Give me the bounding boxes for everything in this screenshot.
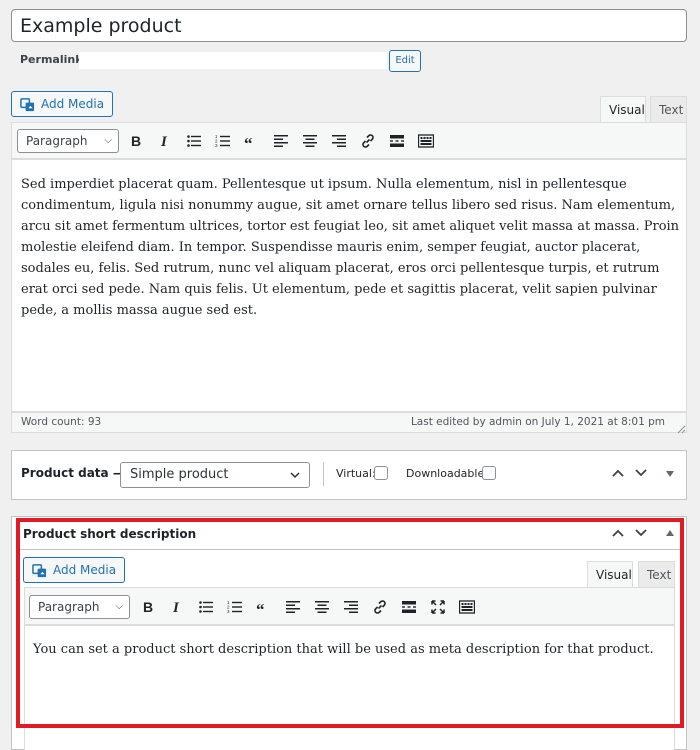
add-media-label: Add Media <box>41 97 105 111</box>
link-icon[interactable] <box>357 130 379 152</box>
svg-text:B: B <box>131 133 141 149</box>
product-type-value: Simple product <box>130 467 229 482</box>
align-center-icon[interactable] <box>299 130 321 152</box>
align-right-icon[interactable] <box>328 130 350 152</box>
svg-text:3: 3 <box>215 143 218 148</box>
product-title-input[interactable]: Example product <box>11 9 687 42</box>
toggle-panel-icon[interactable] <box>665 470 675 478</box>
numbered-list-icon[interactable]: 123 <box>212 130 234 152</box>
bulleted-list-icon[interactable] <box>183 130 205 152</box>
read-more-icon[interactable] <box>386 130 408 152</box>
align-left-icon[interactable] <box>270 130 292 152</box>
highlight-frame <box>16 518 684 728</box>
italic-icon[interactable]: I <box>154 130 176 152</box>
chevron-down-icon: ⌵ <box>104 135 112 146</box>
resize-handle-icon[interactable] <box>676 424 686 434</box>
main-editor-content: Sed imperdiet placerat quam. Pellentesqu… <box>21 177 680 318</box>
svg-text:“: “ <box>244 134 253 149</box>
permalink-label: Permalink: <box>20 53 87 66</box>
virtual-label: Virtual: <box>336 467 376 480</box>
last-edited: Last edited by admin on July 1, 2021 at … <box>410 416 665 428</box>
virtual-checkbox[interactable] <box>374 466 388 480</box>
divider <box>323 462 324 486</box>
editor-status-bar: Word count: 93 Last edited by admin on J… <box>11 412 687 433</box>
svg-text:I: I <box>160 134 168 149</box>
chevron-down-icon <box>289 463 301 496</box>
move-up-icon[interactable] <box>611 468 625 478</box>
move-down-icon[interactable] <box>634 468 648 478</box>
format-select[interactable]: Paragraph ⌵ <box>17 129 119 153</box>
media-icon <box>20 98 35 112</box>
tab-text[interactable]: Text <box>650 96 687 123</box>
format-select-value: Paragraph <box>26 134 88 148</box>
toolbar-toggle-icon[interactable] <box>415 130 437 152</box>
product-type-select[interactable]: Simple product <box>120 462 310 488</box>
bold-icon[interactable]: B <box>125 130 147 152</box>
blockquote-icon[interactable]: “ <box>241 130 263 152</box>
add-media-button[interactable]: Add Media <box>11 91 114 117</box>
product-data-label: Product data — <box>21 466 125 480</box>
main-editor-content-area[interactable]: Sed imperdiet placerat quam. Pellentesqu… <box>11 159 687 412</box>
main-editor-toolbar: Paragraph ⌵ B I 123 “ <box>11 122 687 159</box>
tab-visual[interactable]: Visual <box>600 96 646 123</box>
permalink-edit-button[interactable]: Edit <box>389 50 421 72</box>
downloadable-label: Downloadable: <box>406 467 488 480</box>
permalink-url[interactable] <box>79 52 387 69</box>
word-count: Word count: 93 <box>21 416 102 428</box>
downloadable-checkbox[interactable] <box>482 466 496 480</box>
